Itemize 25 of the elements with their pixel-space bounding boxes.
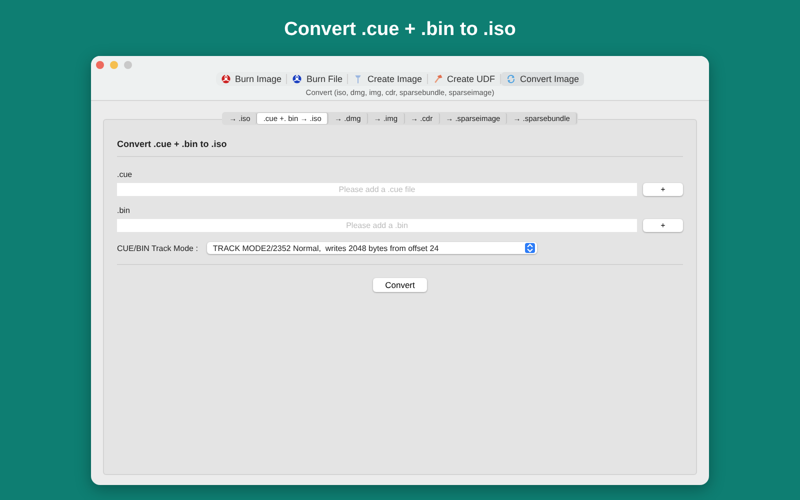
pin-icon — [353, 74, 364, 84]
field-label: .bin — [117, 206, 131, 215]
headline: Convert .cue + .bin to .iso — [284, 19, 516, 41]
radiation-icon — [292, 74, 302, 84]
file-field[interactable]: Please add a .cue file — [117, 183, 637, 196]
toolbar-button[interactable]: Burn Image — [216, 72, 286, 86]
track-mode-dropdown[interactable]: TRACK MODE2/2352 Normal, writes 2048 bytes from offset 24 — [206, 242, 537, 254]
field-label: .cue — [117, 170, 134, 179]
radiation-icon — [220, 74, 231, 84]
toolbar-button[interactable]: Burn File — [287, 72, 348, 86]
stepper-icon — [524, 243, 535, 253]
toolbar-button[interactable]: Create Image — [348, 72, 428, 86]
zoom-button[interactable] — [124, 61, 132, 69]
toolbar-button[interactable]: Create UDF — [428, 72, 500, 86]
hammer-icon — [433, 74, 444, 84]
panel-title: Convert .cue + .bin to .iso — [117, 139, 228, 149]
close-button[interactable] — [96, 61, 104, 69]
add-button[interactable]: + — [643, 219, 683, 232]
add-button[interactable]: + — [643, 183, 683, 196]
toolbar-button[interactable]: Convert Image — [501, 72, 584, 86]
convert-icon — [506, 74, 516, 84]
track-mode-label: CUE/BIN Track Mode : — [117, 244, 198, 252]
convert-button[interactable]: Convert — [373, 278, 427, 292]
minimize-button[interactable] — [110, 61, 118, 69]
file-field[interactable]: Please add a .bin — [117, 219, 637, 232]
